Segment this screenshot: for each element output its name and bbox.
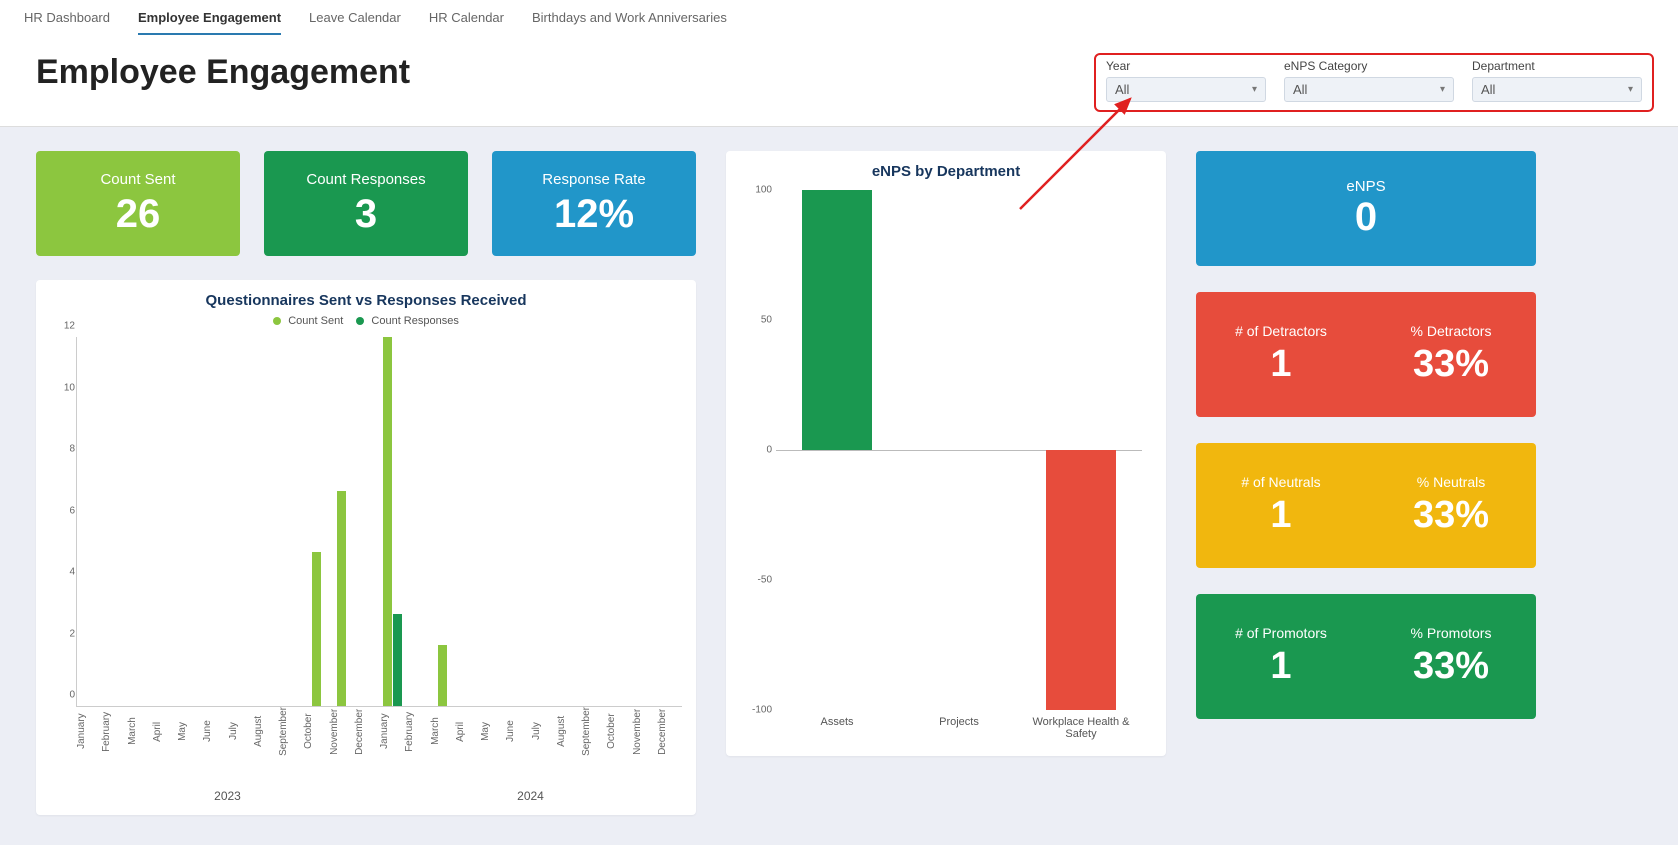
tab-employee-engagement[interactable]: Employee Engagement: [138, 10, 281, 35]
stat-label: % Promotors: [1411, 625, 1492, 641]
legend-sent: Count Sent: [288, 315, 343, 327]
filter-year-label: Year: [1106, 59, 1266, 73]
stat-label: # of Neutrals: [1241, 474, 1320, 490]
chevron-down-icon: ▾: [1440, 84, 1445, 95]
kpi-value: 12%: [554, 192, 634, 237]
filter-year-value: All: [1115, 82, 1129, 97]
y-axis-ticks: -100-50050100: [742, 190, 772, 710]
kpi-count-responses: Count Responses 3: [264, 151, 468, 256]
right-column: eNPS 0 # of Detractors 1 % Detractors 33…: [1196, 151, 1536, 815]
legend-dot-icon: [273, 317, 281, 325]
promoters-card: # of Promotors 1 % Promotors 33%: [1196, 594, 1536, 719]
legend-resp: Count Responses: [371, 315, 458, 327]
kpi-response-rate: Response Rate 12%: [492, 151, 696, 256]
filters-panel: Year All ▾ eNPS Category All ▾ Departmen…: [1094, 53, 1654, 112]
tab-birthdays[interactable]: Birthdays and Work Anniversaries: [532, 10, 727, 35]
filter-enps-cat-select[interactable]: All ▾: [1284, 77, 1454, 102]
chevron-down-icon: ▾: [1252, 84, 1257, 95]
kpi-label: Count Sent: [100, 171, 175, 188]
stat-value: 1: [1270, 343, 1291, 386]
stat-value: 33%: [1413, 494, 1489, 537]
stat-label: % Detractors: [1411, 323, 1492, 339]
filter-dept: Department All ▾: [1472, 59, 1642, 102]
filter-dept-value: All: [1481, 82, 1495, 97]
filter-dept-label: Department: [1472, 59, 1642, 73]
legend-dot-icon: [356, 317, 364, 325]
stat-value: 33%: [1413, 343, 1489, 386]
tab-hr-calendar[interactable]: HR Calendar: [429, 10, 504, 35]
sent-vs-responses-panel: Questionnaires Sent vs Responses Receive…: [36, 280, 696, 815]
filter-enps-cat-label: eNPS Category: [1284, 59, 1454, 73]
stat-label: # of Detractors: [1235, 323, 1327, 339]
header: Employee Engagement Year All ▾ eNPS Cate…: [0, 35, 1678, 127]
chart-bars: [776, 190, 1142, 710]
chart-bars: [77, 337, 682, 706]
filter-dept-select[interactable]: All ▾: [1472, 77, 1642, 102]
stat-value: 1: [1270, 494, 1291, 537]
tab-leave-calendar[interactable]: Leave Calendar: [309, 10, 401, 35]
kpi-value: 3: [355, 192, 377, 237]
stat-value: 1: [1270, 645, 1291, 688]
chevron-down-icon: ▾: [1628, 84, 1633, 95]
sent-vs-responses-chart[interactable]: 024681012: [76, 337, 682, 707]
filter-enps-cat: eNPS Category All ▾: [1284, 59, 1454, 102]
filter-year-select[interactable]: All ▾: [1106, 77, 1266, 102]
enps-label: eNPS: [1346, 178, 1385, 195]
kpi-count-sent: Count Sent 26: [36, 151, 240, 256]
chart-title: Questionnaires Sent vs Responses Receive…: [50, 292, 682, 309]
kpi-label: Response Rate: [542, 171, 645, 188]
chart-title: eNPS by Department: [740, 163, 1152, 180]
tab-hr-dashboard[interactable]: HR Dashboard: [24, 10, 110, 35]
kpi-value: 26: [116, 192, 161, 237]
detractors-card: # of Detractors 1 % Detractors 33%: [1196, 292, 1536, 417]
stat-label: % Neutrals: [1417, 474, 1485, 490]
stat-label: # of Promotors: [1235, 625, 1327, 641]
left-column: Count Sent 26 Count Responses 3 Response…: [36, 151, 696, 815]
y-axis-ticks: 024681012: [53, 337, 75, 706]
x-axis: AssetsProjectsWorkplace Health & Safety: [776, 716, 1142, 740]
enps-dept-chart[interactable]: -100-50050100: [776, 190, 1142, 710]
x-axis: 2023JanuaryFebruaryMarchAprilMayJuneJuly…: [76, 707, 682, 803]
kpi-row: Count Sent 26 Count Responses 3 Response…: [36, 151, 696, 256]
stat-value: 33%: [1413, 645, 1489, 688]
enps-card: eNPS 0: [1196, 151, 1536, 266]
tab-bar: HR Dashboard Employee Engagement Leave C…: [0, 0, 1678, 35]
filter-year: Year All ▾: [1106, 59, 1266, 102]
filter-enps-cat-value: All: [1293, 82, 1307, 97]
enps-value: 0: [1355, 195, 1377, 240]
neutrals-card: # of Neutrals 1 % Neutrals 33%: [1196, 443, 1536, 568]
dashboard-board: Count Sent 26 Count Responses 3 Response…: [0, 127, 1678, 845]
page-title: Employee Engagement: [36, 53, 410, 92]
kpi-label: Count Responses: [306, 171, 425, 188]
chart-legend: Count Sent Count Responses: [50, 315, 682, 327]
enps-dept-panel: eNPS by Department -100-50050100 AssetsP…: [726, 151, 1166, 756]
